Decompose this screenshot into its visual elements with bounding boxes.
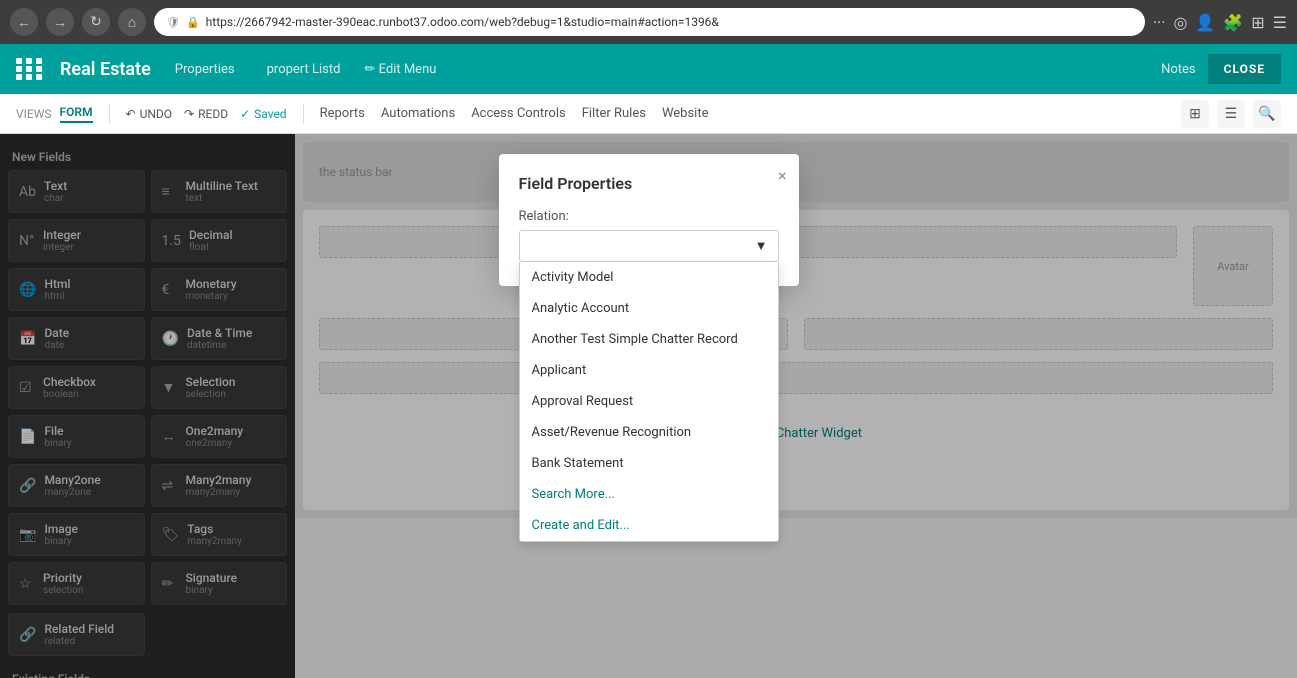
filter-rules-button[interactable]: Filter Rules — [582, 106, 646, 121]
forward-button[interactable]: → — [46, 8, 74, 36]
app-nav: Properties propert Listd — [167, 58, 349, 81]
edit-menu-button[interactable]: ✏ Edit Menu — [364, 62, 436, 77]
profile-icon[interactable]: 👤 — [1195, 13, 1215, 32]
back-button[interactable]: ← — [10, 8, 38, 36]
redo-button[interactable]: ↷ REDD — [184, 107, 228, 121]
toolbar-actions: ↶ UNDO ↷ REDD ✓ Saved — [126, 107, 287, 121]
dropdown-item-asset-revenue[interactable]: Asset/Revenue Recognition — [520, 417, 778, 448]
modal-title: Field Properties — [519, 174, 779, 193]
saved-status: ✓ Saved — [240, 107, 287, 121]
reload-button[interactable]: ↻ — [82, 8, 110, 36]
form-tab[interactable]: FORM — [60, 105, 93, 123]
close-studio-button[interactable]: CLOSE — [1208, 54, 1281, 84]
dropdown-item-analytic-account[interactable]: Analytic Account — [520, 293, 778, 324]
app-title: Real Estate — [60, 59, 151, 80]
pocket-icon[interactable]: ◎ — [1173, 13, 1187, 32]
dropdown-item-bank-statement[interactable]: Bank Statement — [520, 448, 778, 479]
dropdown-item-applicant[interactable]: Applicant — [520, 355, 778, 386]
main-layout: New Fields Ab Text char ≡ Multiline Text… — [0, 134, 1297, 678]
app-bar-left: Real Estate Properties propert Listd ✏ E… — [16, 58, 436, 81]
addons-icon[interactable]: ⊞ — [1251, 13, 1264, 32]
views-section: VIEWS FORM — [16, 105, 93, 123]
app-bar-right: Notes CLOSE — [1161, 54, 1281, 84]
apps-grid-button[interactable] — [16, 58, 44, 80]
app-bar: Real Estate Properties propert Listd ✏ E… — [0, 44, 1297, 94]
relation-label: Relation: — [519, 209, 779, 224]
toolbar-right-icons: ⊞ ☰ 🔍 — [1181, 100, 1281, 128]
views-label: VIEWS — [16, 107, 52, 121]
automations-button[interactable]: Automations — [381, 106, 455, 121]
relation-select-wrapper: ▼ Activity Model Analytic Account Anothe… — [519, 230, 779, 262]
toolbar-divider — [109, 104, 110, 124]
reports-button[interactable]: Reports — [320, 106, 365, 121]
modal-overlay: Field Properties × Relation: ▼ Activity … — [0, 134, 1297, 678]
relation-select[interactable]: ▼ — [519, 230, 779, 262]
url-text: https://2667942-master-390eac.runbot37.o… — [206, 15, 719, 29]
modal-close-button[interactable]: × — [778, 166, 787, 185]
home-button[interactable]: ⌂ — [118, 8, 146, 36]
sub-toolbar: VIEWS FORM ↶ UNDO ↷ REDD ✓ Saved Reports… — [0, 94, 1297, 134]
field-properties-modal: Field Properties × Relation: ▼ Activity … — [499, 154, 799, 286]
dropdown-item-another-test[interactable]: Another Test Simple Chatter Record — [520, 324, 778, 355]
notes-button[interactable]: Notes — [1161, 62, 1196, 77]
security-shield-icon: 🛡 — [166, 16, 180, 29]
extensions-icon[interactable]: 🧩 — [1223, 13, 1243, 32]
undo-button[interactable]: ↶ UNDO — [126, 107, 173, 121]
search-more-button[interactable]: Search More... — [520, 479, 778, 510]
chevron-down-icon: ▼ — [755, 238, 768, 254]
search-icon[interactable]: 🔍 — [1253, 100, 1281, 128]
list-view-icon[interactable]: ☰ — [1217, 100, 1245, 128]
url-bar[interactable]: 🛡 🔒 https://2667942-master-390eac.runbot… — [154, 8, 1145, 36]
hamburger-icon[interactable]: ☰ — [1273, 13, 1287, 32]
dropdown-item-activity-model[interactable]: Activity Model — [520, 262, 778, 293]
browser-actions: ··· ◎ 👤 🧩 ⊞ ☰ — [1153, 13, 1287, 32]
lock-icon: 🔒 — [186, 16, 200, 29]
more-options-icon[interactable]: ··· — [1153, 13, 1166, 32]
create-and-edit-button[interactable]: Create and Edit... — [520, 510, 778, 541]
nav-propert-listd[interactable]: propert Listd — [259, 58, 349, 81]
website-button[interactable]: Website — [662, 106, 709, 121]
browser-chrome: ← → ↻ ⌂ 🛡 🔒 https://2667942-master-390ea… — [0, 0, 1297, 44]
dropdown-item-approval-request[interactable]: Approval Request — [520, 386, 778, 417]
nav-properties[interactable]: Properties — [167, 58, 243, 81]
reports-nav: Reports Automations Access Controls Filt… — [320, 106, 709, 121]
toolbar-divider-2 — [303, 104, 304, 124]
access-controls-button[interactable]: Access Controls — [471, 106, 566, 121]
relation-dropdown: Activity Model Analytic Account Another … — [519, 262, 779, 542]
grid-view-icon[interactable]: ⊞ — [1181, 100, 1209, 128]
